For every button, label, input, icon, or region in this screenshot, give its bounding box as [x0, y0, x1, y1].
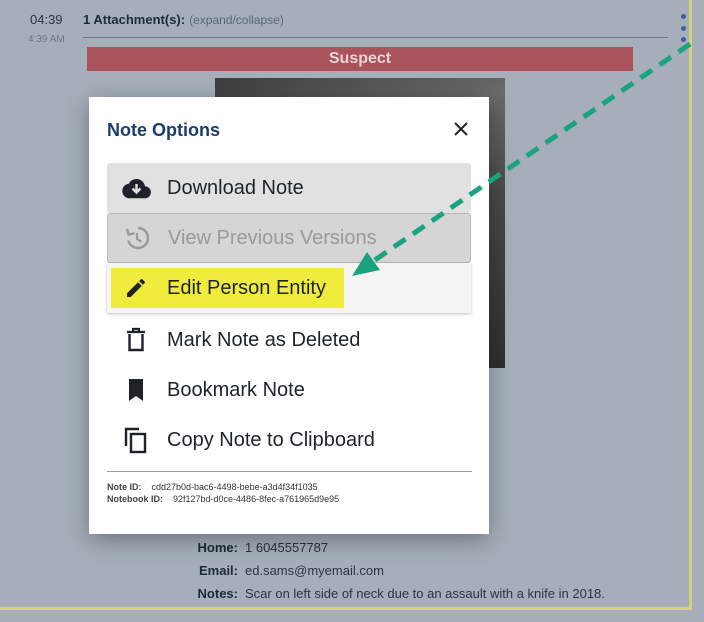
cloud-download-icon [121, 173, 151, 203]
download-note-button[interactable]: Download Note [107, 163, 471, 213]
attachments-header[interactable]: 1 Attachment(s): (expand/collapse) [83, 12, 284, 27]
bookmark-note-label: Bookmark Note [167, 378, 305, 401]
detail-value: ed.sams@myemail.com [245, 563, 384, 578]
note-time-sub: 4:39 AM [28, 34, 65, 45]
notebook-id-value: 92f127bd-d0ce-4486-8fec-a761965d9e95 [173, 494, 340, 504]
attachments-toggle[interactable]: (expand/collapse) [189, 13, 284, 27]
detail-label: Notes: [197, 586, 238, 601]
detail-label: Email: [198, 563, 238, 578]
view-previous-versions-button[interactable]: View Previous Versions [107, 213, 471, 263]
view-previous-versions-label: View Previous Versions [168, 226, 377, 249]
bookmark-note-button[interactable]: Bookmark Note [107, 365, 471, 415]
detail-row: Email: ed.sams@myemail.com [150, 563, 605, 586]
detail-value: 1 6045557787 [245, 540, 329, 555]
trash-icon [121, 325, 151, 355]
edit-person-entity-label: Edit Person Entity [167, 276, 326, 299]
close-button[interactable] [451, 119, 471, 139]
history-icon [122, 223, 152, 253]
pencil-icon [121, 273, 151, 303]
mark-note-deleted-button[interactable]: Mark Note as Deleted [107, 315, 471, 365]
note-time: 04:39 [30, 12, 63, 27]
attachments-divider [83, 37, 668, 38]
bookmark-icon [121, 375, 151, 405]
notebook-id-label: Notebook ID: [107, 494, 163, 504]
note-id-label: Note ID: [107, 482, 142, 492]
modal-title: Note Options [107, 120, 220, 140]
more-options-kebab-icon[interactable] [677, 14, 689, 42]
copy-icon [121, 425, 151, 455]
detail-value: Scar on left side of neck due to an assa… [245, 586, 605, 601]
edit-person-entity-button[interactable]: Edit Person Entity [107, 263, 471, 313]
detail-row: Notes: Scar on left side of neck due to … [150, 586, 605, 609]
detail-row: Home: 1 6045557787 [150, 540, 605, 563]
note-id-value: cdd27b0d-bac6-4498-bebe-a3d4f34f1035 [151, 482, 318, 492]
download-note-label: Download Note [167, 176, 304, 199]
person-details: Home: 1 6045557787 Email: ed.sams@myemai… [150, 540, 605, 609]
note-id-row: Note ID: cdd27b0d-bac6-4498-bebe-a3d4f34f… [107, 482, 318, 492]
detail-label: Home: [197, 540, 238, 555]
copy-note-clipboard-label: Copy Note to Clipboard [167, 428, 375, 451]
note-options-modal: Note Options Download Note View Previous… [89, 97, 489, 534]
suspect-banner: Suspect [87, 47, 633, 71]
close-icon [454, 122, 468, 136]
mark-note-deleted-label: Mark Note as Deleted [167, 328, 361, 351]
metadata-divider [107, 471, 472, 472]
notebook-id-row: Notebook ID: 92f127bd-d0ce-4486-8fec-a761… [107, 494, 339, 504]
attachments-title: 1 Attachment(s): [83, 12, 186, 27]
copy-note-clipboard-button[interactable]: Copy Note to Clipboard [107, 415, 471, 465]
